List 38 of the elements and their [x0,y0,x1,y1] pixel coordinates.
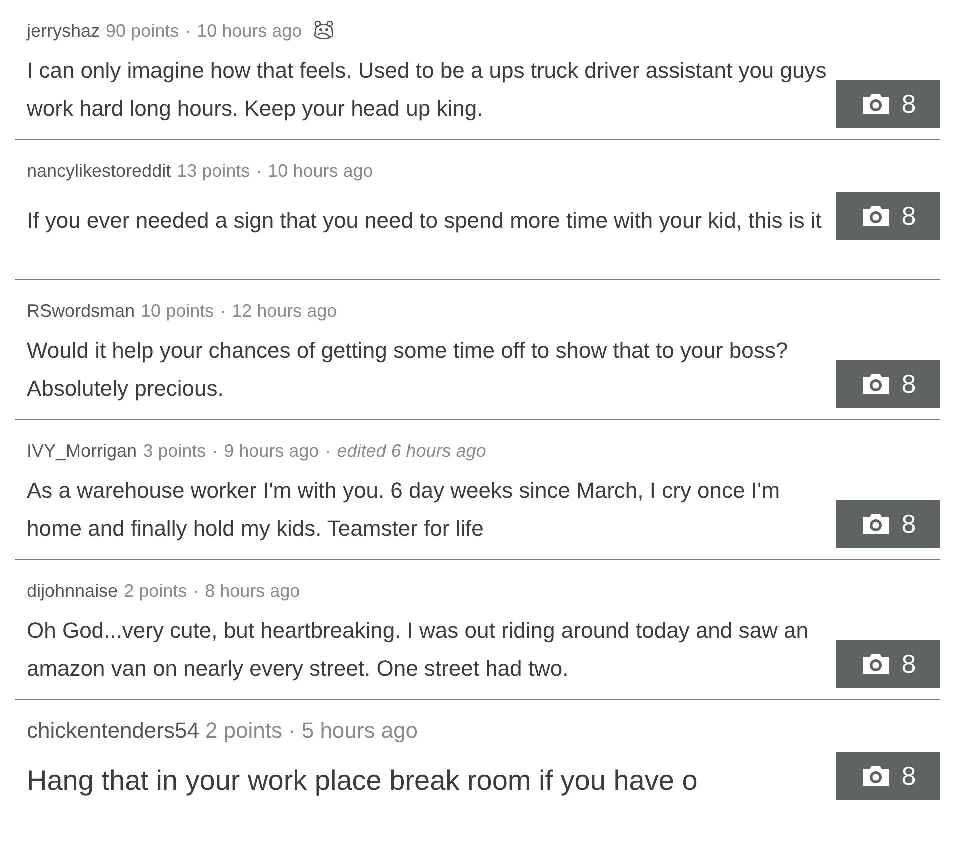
photo-count-badge[interactable]: 8 [836,80,940,128]
comment-points: 2 points [205,718,283,744]
comment-time: 10 hours ago [197,20,302,42]
comment-author[interactable]: RSwordsman [27,300,136,322]
comment-points: 10 points [141,300,214,322]
comment-time: 12 hours ago [232,300,338,322]
photo-count-badge[interactable]: 8 [836,500,940,548]
comment-author[interactable]: jerryshaz [27,20,100,42]
comment-text: Hang that in your work place break room if you have o [27,764,699,798]
separator-dot: · [325,440,332,462]
comment-text: If you ever needed a sign that you need to spend more time with your kid, this is it [27,207,823,235]
comment-author[interactable]: nancylikestoreddit [27,160,172,182]
comment-points: 3 points [143,440,206,462]
comment-author[interactable]: IVY_Morrigan [27,440,138,462]
comment-time: 9 hours ago [224,440,320,462]
photo-count-badge[interactable]: 8 [836,360,940,408]
comment-author[interactable]: dijohnnaise [27,580,118,602]
comment-text: I can only imagine how that feels. Used to be a ups truck driver assistant you guys work hard long hours. Keep your head up king. [27,57,828,123]
comment-author[interactable]: chickentenders54 [27,718,200,744]
photo-count-badge[interactable]: 8 [836,640,940,688]
comment-text: Would it help your chances of getting some time off to show that to your boss? Absolutely precious. [27,337,790,403]
comment-text: As a warehouse worker I'm with you. 6 day weeks since March, I cry once I'm home and finally hold my kids. Teamster for life [27,477,782,543]
separator-dot: · [212,440,218,462]
comment-text: Oh God...very cute, but heartbreaking. I was out riding around today and saw an amazon van on nearly every street. One street had two. [27,617,810,683]
comment-time: 5 hours ago [302,718,418,744]
separator-dot: · [220,300,226,322]
edited-label: edited 6 hours ago [337,440,486,462]
comment-time: 10 hours ago [268,160,374,182]
comment-points: 90 points [106,20,180,42]
separator-dot: · [185,20,192,42]
comment-points: 13 points [177,160,250,182]
photo-count-badge[interactable]: 8 [836,752,940,800]
separator-dot: · [256,160,262,182]
separator-dot: · [288,718,296,744]
comment-time: 8 hours ago [205,580,300,602]
photo-count-badge[interactable]: 8 [836,192,940,240]
comment-points: 2 points [124,580,188,602]
separator-dot: · [193,580,200,602]
